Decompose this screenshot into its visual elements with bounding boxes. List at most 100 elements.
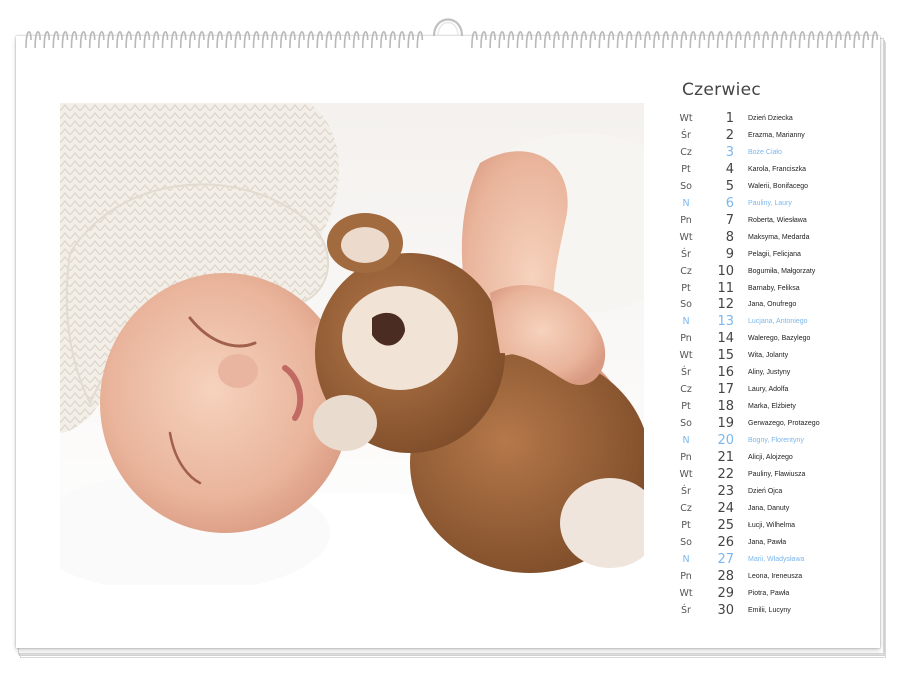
day-row: Pn 14 Walerego, Bazylego — [672, 330, 872, 347]
spiral-coil — [480, 31, 487, 49]
weekday-label: Wt — [679, 113, 693, 124]
name-day-text: Bogumiła, Małgorzaty — [748, 267, 816, 275]
spiral-coil — [716, 31, 724, 49]
day-number: 10 — [717, 263, 734, 279]
name-day-text: Laury, Adolfa — [748, 386, 789, 394]
spiral-coil — [298, 31, 305, 49]
day-row: Śr 30 Emilii, Lucyny — [672, 602, 872, 619]
name-day-text: Wita, Jolanty — [748, 352, 789, 360]
day-number: 27 — [717, 551, 734, 567]
day-number: 30 — [717, 602, 734, 618]
spiral-coil — [380, 31, 387, 49]
weekday-label: Cz — [680, 502, 692, 514]
spiral-coil — [234, 31, 242, 49]
spiral-coil — [844, 31, 851, 49]
day-number: 19 — [717, 416, 734, 432]
name-day-text: Marii, Władysława — [748, 555, 805, 563]
day-number: 11 — [717, 280, 734, 296]
name-day-text: Erazma, Marianny — [748, 131, 805, 139]
spiral-coil — [107, 31, 114, 49]
spiral-coil — [261, 31, 269, 49]
weekday-label: So — [680, 418, 692, 430]
day-number: 20 — [717, 433, 734, 449]
day-number: 23 — [717, 483, 734, 499]
spiral-coil — [98, 31, 105, 49]
spiral-coil — [644, 31, 651, 49]
name-day-text: Łucji, Wilhelma — [748, 521, 796, 529]
weekday-label: Wt — [679, 231, 693, 243]
name-day-text: Dzień Ojca — [748, 487, 783, 495]
day-row: Pt 25 Łucji, Wilhelma — [672, 517, 872, 534]
spiral-coil — [316, 31, 323, 49]
weekday-label: Wt — [679, 468, 693, 480]
day-number: 25 — [717, 517, 734, 533]
spiral-coil — [207, 31, 214, 49]
day-number: 15 — [717, 348, 734, 364]
name-day-text: Maksyma, Medarda — [748, 233, 810, 241]
weekday-label: Śr — [681, 248, 691, 260]
name-day-text: Gerwazego, Protazego — [748, 420, 820, 428]
name-day-text: Leona, Ireneusza — [748, 572, 803, 580]
spiral-coil — [553, 31, 560, 49]
day-number: 3 — [725, 144, 734, 160]
weekday-label: Pn — [680, 214, 692, 226]
weekday-label: N — [682, 553, 690, 565]
name-day-text: Karola, Franciszka — [748, 165, 806, 173]
spiral-coil — [753, 31, 760, 49]
spiral-coil — [270, 31, 278, 49]
weekday-label: Śr — [681, 367, 691, 379]
weekday-label: Wt — [679, 350, 693, 362]
spiral-coil — [698, 31, 706, 49]
spiral-coil — [607, 31, 615, 49]
day-row: Pn 28 Leona, Ireneusza — [672, 568, 872, 585]
day-number: 12 — [717, 297, 734, 313]
spiral-coil — [307, 31, 314, 49]
day-row: Pn 7 Roberta, Wiesława — [672, 212, 872, 229]
spiral-coil — [780, 31, 788, 49]
weekday-label: Pt — [681, 282, 691, 294]
day-number: 17 — [717, 382, 734, 398]
spiral-coil — [516, 31, 524, 49]
spiral-coil — [862, 31, 869, 49]
weekday-label: Cz — [680, 265, 692, 277]
weekday-label: Cz — [680, 146, 692, 158]
day-number: 5 — [725, 178, 734, 194]
name-day-text: Boże Ciało — [748, 148, 782, 156]
spiral-coil — [289, 31, 296, 49]
day-row: Cz 3 Boże Ciało — [672, 144, 872, 161]
day-row: Pn 21 Alicji, Alojzego — [672, 449, 872, 466]
spiral-coil — [771, 31, 778, 49]
day-number: 21 — [717, 450, 734, 465]
spiral-coil — [762, 31, 769, 49]
spiral-coil — [598, 31, 606, 49]
name-day-text: Lucjana, Antoniego — [748, 318, 808, 326]
name-day-text: Barnaby, Feliksa — [748, 284, 800, 292]
name-day-text: Piotra, Pawła — [748, 589, 790, 597]
weekday-label: Pn — [680, 333, 692, 345]
spiral-coil — [680, 31, 687, 49]
day-number: 26 — [717, 534, 734, 550]
name-day-text: Pauliny, Laury — [748, 199, 792, 207]
day-number: 29 — [717, 585, 734, 601]
spiral-coil — [334, 31, 342, 49]
weekday-label: Wt — [679, 587, 693, 599]
spiral-coil — [343, 31, 351, 49]
name-day-text: Emilii, Lucyny — [748, 606, 791, 614]
spiral-coil — [25, 31, 32, 49]
weekday-label: Pt — [681, 163, 691, 175]
name-day-text: Pauliny, Flawiusza — [748, 470, 806, 478]
name-day-text: Aliny, Justyny — [748, 369, 791, 377]
spiral-coil — [871, 31, 878, 49]
spiral-coil — [70, 31, 78, 49]
day-row: Wt 1 Dzień Dziecka — [672, 110, 872, 127]
spiral-coil — [398, 31, 405, 49]
day-row: So 5 Walerii, Bonifacego — [672, 178, 872, 195]
spiral-coil — [416, 31, 424, 49]
spiral-coil — [571, 31, 578, 49]
weekday-label: Śr — [681, 485, 691, 497]
day-number: 16 — [717, 365, 734, 381]
weekday-label: Pn — [680, 452, 692, 463]
name-day-text: Jana, Pawła — [748, 538, 787, 546]
spiral-coil — [789, 31, 797, 49]
spiral-coil — [798, 31, 806, 49]
